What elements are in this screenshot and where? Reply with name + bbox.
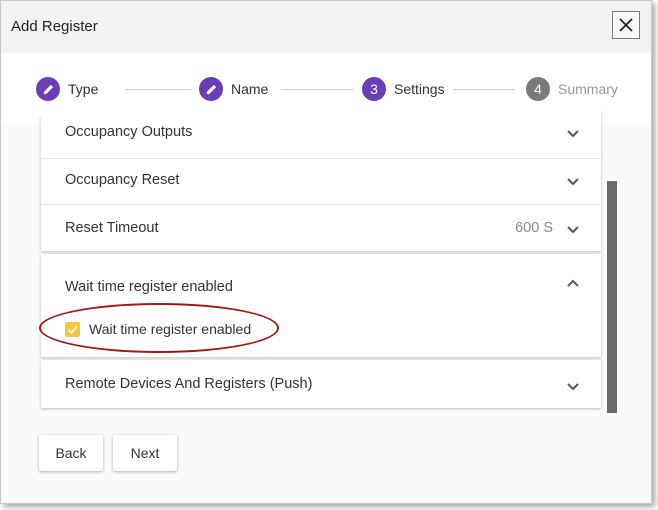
scrollbar-thumb[interactable] (607, 181, 617, 413)
next-button[interactable]: Next (113, 435, 177, 471)
stepper-edge (1, 105, 601, 117)
checkbox-label: Wait time register enabled (89, 321, 252, 337)
panel-occupancy-outputs[interactable]: Occupancy Outputs (41, 111, 601, 159)
step-connector (453, 89, 515, 90)
step-number: 3 (362, 77, 386, 101)
panel-occupancy-reset[interactable]: Occupancy Reset (41, 157, 601, 205)
wait-time-checkbox[interactable] (65, 321, 80, 337)
step-label: Summary (558, 81, 618, 97)
panel-title: Occupancy Reset (65, 172, 180, 188)
panel-title: Reset Timeout (65, 220, 159, 236)
step-name[interactable]: Name (199, 77, 268, 101)
close-icon (619, 18, 633, 32)
edit-icon (199, 77, 223, 101)
chevron-down-icon (567, 130, 579, 138)
panel-title: Wait time register enabled (65, 279, 233, 295)
check-icon (68, 325, 78, 334)
step-label: Name (231, 81, 269, 97)
settings-panel-group: Occupancy Outputs Occupancy Reset Reset … (41, 111, 601, 251)
panel-wait-time-register: Wait time register enabled Wait time reg… (41, 254, 601, 357)
step-summary[interactable]: 4 Summary (526, 77, 618, 101)
edit-icon (36, 77, 60, 101)
reset-timeout-value: 600 S (515, 220, 553, 236)
back-button[interactable]: Back (39, 435, 103, 471)
step-connector (281, 89, 353, 90)
dialog-titlebar: Add Register (1, 1, 651, 53)
panel-title: Remote Devices And Registers (Push) (65, 376, 313, 392)
step-number: 4 (526, 77, 550, 101)
wait-time-checkbox-row[interactable]: Wait time register enabled (65, 321, 251, 337)
step-type[interactable]: Type (36, 77, 98, 101)
panel-header[interactable]: Wait time register enabled (41, 254, 601, 310)
step-label: Settings (394, 81, 445, 97)
step-settings[interactable]: 3 Settings (362, 77, 445, 101)
chevron-up-icon (567, 279, 579, 287)
chevron-down-icon (567, 383, 579, 391)
close-button[interactable] (612, 11, 640, 39)
step-label: Type (68, 81, 99, 97)
add-register-dialog: Add Register Type Name 3 Settings 4 Summ… (0, 0, 652, 504)
chevron-down-icon (567, 226, 579, 234)
panel-reset-timeout[interactable]: Reset Timeout 600 S (41, 205, 601, 253)
panel-title: Occupancy Outputs (65, 124, 193, 140)
step-connector (125, 89, 191, 90)
chevron-down-icon (567, 178, 579, 186)
panel-remote-devices[interactable]: Remote Devices And Registers (Push) (41, 360, 601, 408)
dialog-title: Add Register (11, 18, 98, 35)
